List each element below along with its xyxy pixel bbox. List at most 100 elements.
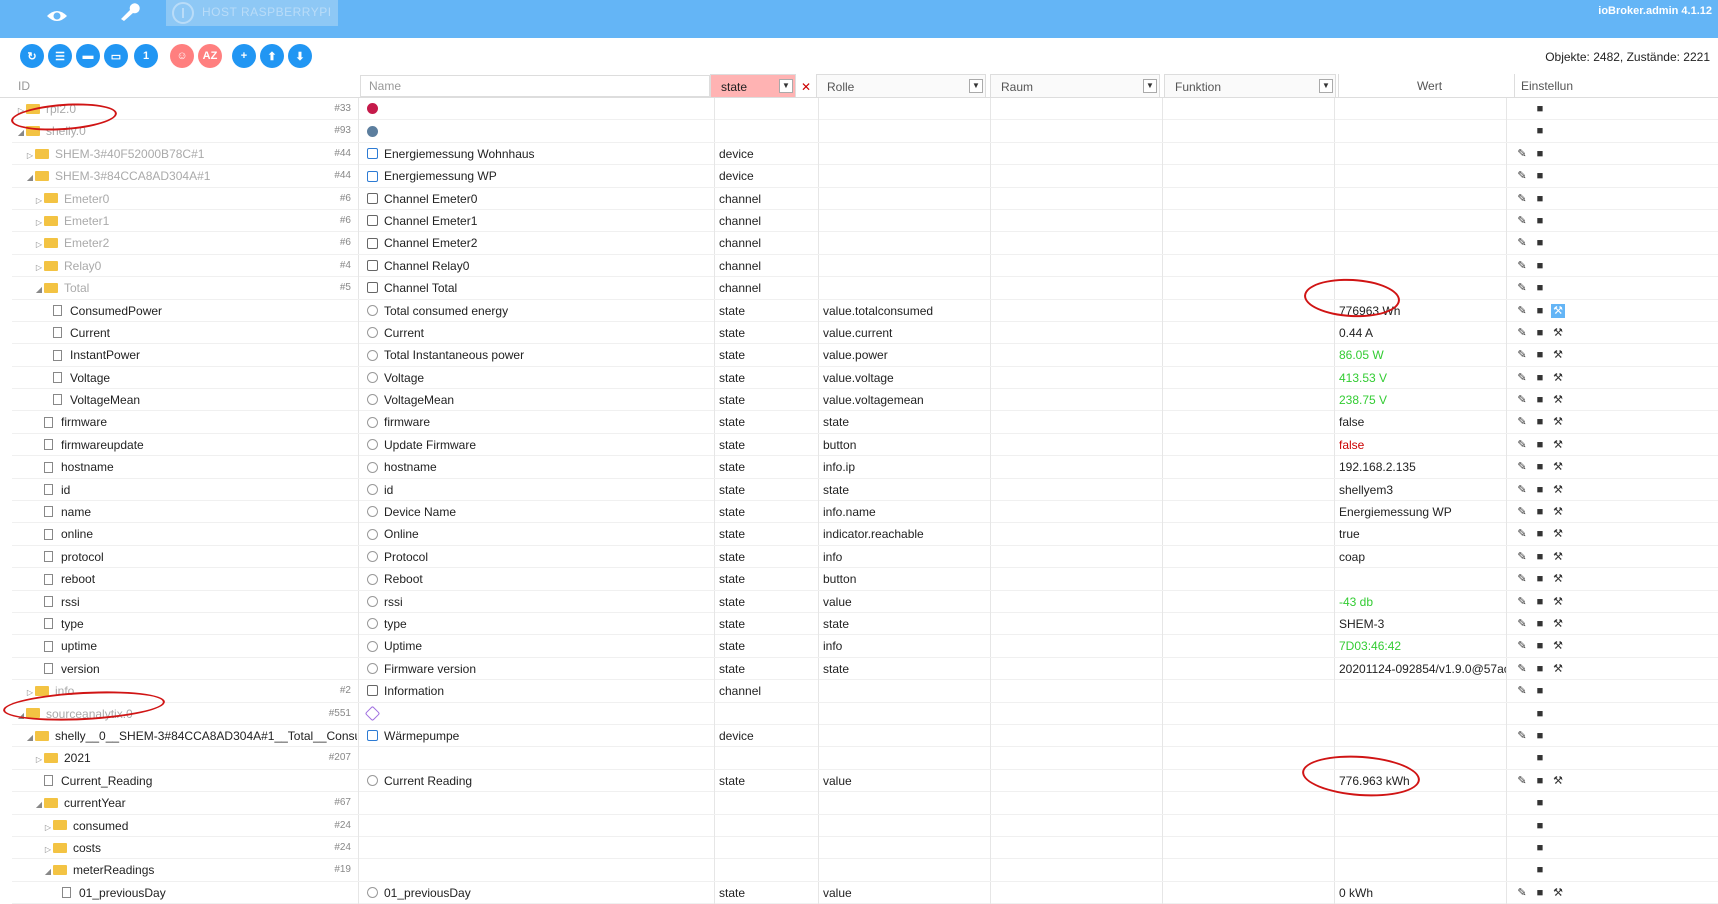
object-value[interactable]: 776963 Wh bbox=[1334, 299, 1506, 322]
expand-toggle-icon[interactable]: ▷ bbox=[34, 234, 44, 254]
object-value[interactable]: 0 kWh bbox=[1334, 881, 1506, 904]
table-row[interactable]: hostname hostname state info.ip 192.168.2.13… bbox=[12, 456, 1718, 479]
object-value[interactable]: 86.05 W bbox=[1334, 344, 1506, 367]
expand-toggle-icon[interactable]: ▷ bbox=[34, 190, 44, 210]
delete-icon[interactable]: ■ bbox=[1533, 572, 1547, 586]
edit-icon[interactable]: ✎ bbox=[1515, 505, 1529, 519]
object-value[interactable]: 238.75 V bbox=[1334, 389, 1506, 412]
table-row[interactable]: ConsumedPower Total consumed energy state v… bbox=[12, 299, 1718, 322]
table-row[interactable]: ▷ Emeter1 #6 Channel Emeter1 channel ✎ ■ bbox=[12, 209, 1718, 233]
delete-icon[interactable]: ■ bbox=[1533, 281, 1547, 295]
settings-wrench-icon[interactable]: ⚒ bbox=[1551, 415, 1565, 429]
edit-icon[interactable]: ✎ bbox=[1515, 169, 1529, 183]
edit-icon[interactable]: ✎ bbox=[1515, 662, 1529, 676]
edit-icon[interactable]: ✎ bbox=[1515, 684, 1529, 698]
add-button[interactable]: + bbox=[232, 44, 256, 68]
delete-icon[interactable]: ■ bbox=[1533, 863, 1547, 877]
folder-button[interactable]: ▬ bbox=[76, 44, 100, 68]
settings-wrench-icon[interactable]: ⚒ bbox=[1551, 393, 1565, 407]
download-button[interactable]: ⬇ bbox=[288, 44, 312, 68]
delete-icon[interactable]: ■ bbox=[1533, 751, 1547, 765]
object-value[interactable]: shellyem3 bbox=[1334, 478, 1506, 501]
edit-icon[interactable]: ✎ bbox=[1515, 304, 1529, 318]
table-row[interactable]: ▷ SHEM-3#40F52000B78C#1 #44 Energiemessung … bbox=[12, 142, 1718, 166]
delete-icon[interactable]: ■ bbox=[1533, 124, 1547, 138]
settings-wrench-icon[interactable]: ⚒ bbox=[1551, 617, 1565, 631]
delete-icon[interactable]: ■ bbox=[1533, 460, 1547, 474]
object-value[interactable]: coap bbox=[1334, 545, 1506, 568]
object-value[interactable]: 192.168.2.135 bbox=[1334, 456, 1506, 479]
settings-wrench-icon[interactable]: ⚒ bbox=[1551, 639, 1565, 653]
delete-icon[interactable]: ■ bbox=[1533, 505, 1547, 519]
delete-icon[interactable]: ■ bbox=[1533, 729, 1547, 743]
edit-icon[interactable]: ✎ bbox=[1515, 460, 1529, 474]
expand-toggle-icon[interactable]: ▷ bbox=[43, 817, 53, 837]
delete-icon[interactable]: ■ bbox=[1533, 796, 1547, 810]
delete-icon[interactable]: ■ bbox=[1533, 662, 1547, 676]
expand-toggle-icon[interactable]: ◢ bbox=[25, 727, 35, 747]
table-row[interactable]: VoltageMean VoltageMean state value.voltage… bbox=[12, 389, 1718, 412]
object-value[interactable]: -43 db bbox=[1334, 590, 1506, 613]
delete-icon[interactable]: ■ bbox=[1533, 326, 1547, 340]
user-button[interactable]: ☺ bbox=[170, 44, 194, 68]
edit-icon[interactable]: ✎ bbox=[1515, 259, 1529, 273]
object-value[interactable]: 7D03:46:42 bbox=[1334, 635, 1506, 658]
settings-wrench-icon[interactable]: ⚒ bbox=[1551, 595, 1565, 609]
object-value[interactable]: false bbox=[1334, 433, 1506, 456]
delete-icon[interactable]: ■ bbox=[1533, 192, 1547, 206]
expand-toggle-icon[interactable]: ◢ bbox=[34, 794, 44, 814]
delete-icon[interactable]: ■ bbox=[1533, 169, 1547, 183]
delete-icon[interactable]: ■ bbox=[1533, 774, 1547, 788]
object-value[interactable]: 20201124-092854/v1.9.0@57ac4ad8 bbox=[1334, 657, 1506, 680]
table-row[interactable]: ◢ shelly.0 #93 ■ bbox=[12, 120, 1718, 143]
table-row[interactable]: firmware firmware state state false ✎ ■ ⚒ bbox=[12, 411, 1718, 434]
wrench-icon[interactable] bbox=[118, 0, 140, 22]
edit-icon[interactable]: ✎ bbox=[1515, 147, 1529, 161]
edit-icon[interactable]: ✎ bbox=[1515, 415, 1529, 429]
delete-icon[interactable]: ■ bbox=[1533, 259, 1547, 273]
table-row[interactable]: Current Current state value.current 0.44 A ✎ ■… bbox=[12, 321, 1718, 345]
delete-icon[interactable]: ■ bbox=[1533, 147, 1547, 161]
settings-wrench-icon[interactable]: ⚒ bbox=[1551, 438, 1565, 452]
folder-open-button[interactable]: ▭ bbox=[104, 44, 128, 68]
settings-wrench-icon[interactable]: ⚒ bbox=[1551, 483, 1565, 497]
expand-toggle-icon[interactable]: ▷ bbox=[43, 839, 53, 859]
edit-icon[interactable]: ✎ bbox=[1515, 348, 1529, 362]
expand-toggle-icon[interactable]: ▷ bbox=[34, 257, 44, 277]
edit-icon[interactable]: ✎ bbox=[1515, 639, 1529, 653]
table-row[interactable]: ◢ sourceanalytix.0 #551 ■ bbox=[12, 702, 1718, 725]
expand-toggle-icon[interactable]: ◢ bbox=[25, 167, 35, 187]
refresh-button[interactable]: ↻ bbox=[20, 44, 44, 68]
delete-icon[interactable]: ■ bbox=[1533, 639, 1547, 653]
delete-icon[interactable]: ■ bbox=[1533, 684, 1547, 698]
expand-toggle-icon[interactable]: ▷ bbox=[16, 100, 26, 120]
edit-icon[interactable]: ✎ bbox=[1515, 729, 1529, 743]
edit-icon[interactable]: ✎ bbox=[1515, 572, 1529, 586]
list-button[interactable]: ☰ bbox=[48, 44, 72, 68]
edit-icon[interactable]: ✎ bbox=[1515, 550, 1529, 564]
table-row[interactable]: ◢ currentYear #67 ■ bbox=[12, 792, 1718, 815]
edit-icon[interactable]: ✎ bbox=[1515, 527, 1529, 541]
expand-toggle-icon[interactable]: ▷ bbox=[34, 749, 44, 769]
table-row[interactable]: firmwareupdate Update Firmware state button… bbox=[12, 433, 1718, 457]
eye-icon[interactable] bbox=[46, 8, 68, 24]
table-row[interactable]: ▷ costs #24 ■ bbox=[12, 836, 1718, 860]
edit-icon[interactable]: ✎ bbox=[1515, 483, 1529, 497]
edit-icon[interactable]: ✎ bbox=[1515, 236, 1529, 250]
settings-wrench-icon[interactable]: ⚒ bbox=[1551, 527, 1565, 541]
object-value[interactable]: 413.53 V bbox=[1334, 366, 1506, 389]
table-row[interactable]: ▷ Emeter0 #6 Channel Emeter0 channel ✎ ■ bbox=[12, 187, 1718, 210]
delete-icon[interactable]: ■ bbox=[1533, 393, 1547, 407]
function-filter-select[interactable]: Funktion ▼ bbox=[1164, 74, 1336, 98]
edit-icon[interactable]: ✎ bbox=[1515, 281, 1529, 295]
room-filter-select[interactable]: Raum ▼ bbox=[990, 74, 1160, 98]
table-row[interactable]: uptime Uptime state info 7D03:46:42 ✎ ■ ⚒ bbox=[12, 635, 1718, 658]
table-row[interactable]: reboot Reboot state button ✎ ■ ⚒ bbox=[12, 568, 1718, 591]
object-value[interactable]: true bbox=[1334, 523, 1506, 546]
number-one-button[interactable]: 1 bbox=[134, 44, 158, 68]
host-tab[interactable]: HOST RASPBERRYPI bbox=[166, 0, 338, 26]
table-row[interactable]: ◢ shelly__0__SHEM-3#84CCA8AD304A#1__Total… bbox=[12, 724, 1718, 748]
table-row[interactable]: ◢ Total #5 Channel Total channel ✎ ■ bbox=[12, 277, 1718, 300]
upload-button[interactable]: ⬆ bbox=[260, 44, 284, 68]
table-row[interactable]: id id state state shellyem3 ✎ ■ ⚒ bbox=[12, 478, 1718, 502]
